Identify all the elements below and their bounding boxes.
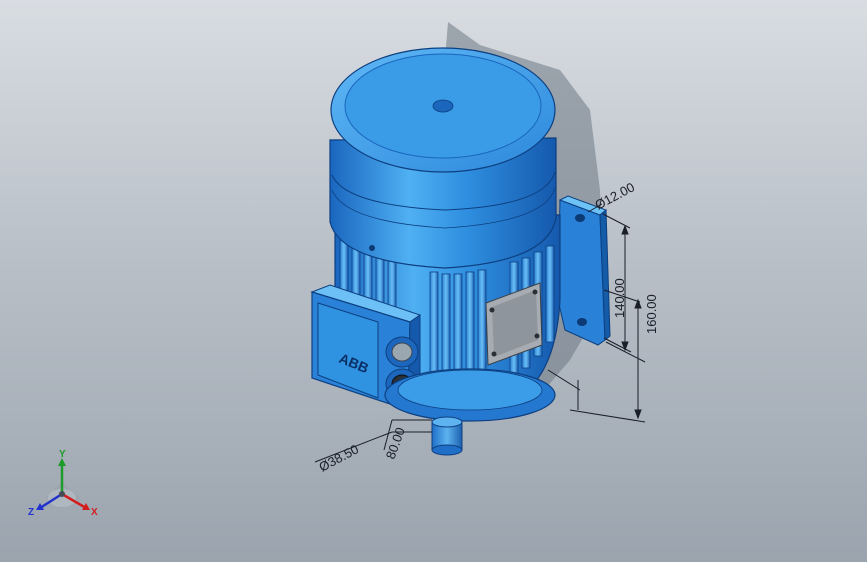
cable-gland-top	[385, 336, 419, 368]
shaft-center-icon	[432, 99, 454, 113]
dim-label-140: 140.00	[612, 278, 627, 318]
model-canvas[interactable]: ABB Ø12.00 140.00 160.00 Ø38.50 80.00 Y …	[0, 0, 867, 562]
motor-shaft[interactable]	[431, 416, 463, 456]
end-shield[interactable]	[384, 368, 556, 422]
orientation-triad[interactable]: Y X Z	[28, 449, 98, 518]
dim-label-80: 80.00	[383, 425, 408, 461]
dim-label-160: 160.00	[644, 294, 659, 334]
z-axis-label: Z	[28, 507, 34, 518]
model-viewport[interactable]: ABB Ø12.00 140.00 160.00 Ø38.50 80.00 Y …	[0, 0, 867, 562]
mounting-flange[interactable]	[557, 195, 611, 346]
dim-label-diameter-38: Ø38.50	[316, 441, 361, 474]
fan-cover[interactable]	[329, 47, 557, 269]
x-axis-label: X	[91, 507, 98, 518]
y-axis-label: Y	[59, 449, 66, 460]
